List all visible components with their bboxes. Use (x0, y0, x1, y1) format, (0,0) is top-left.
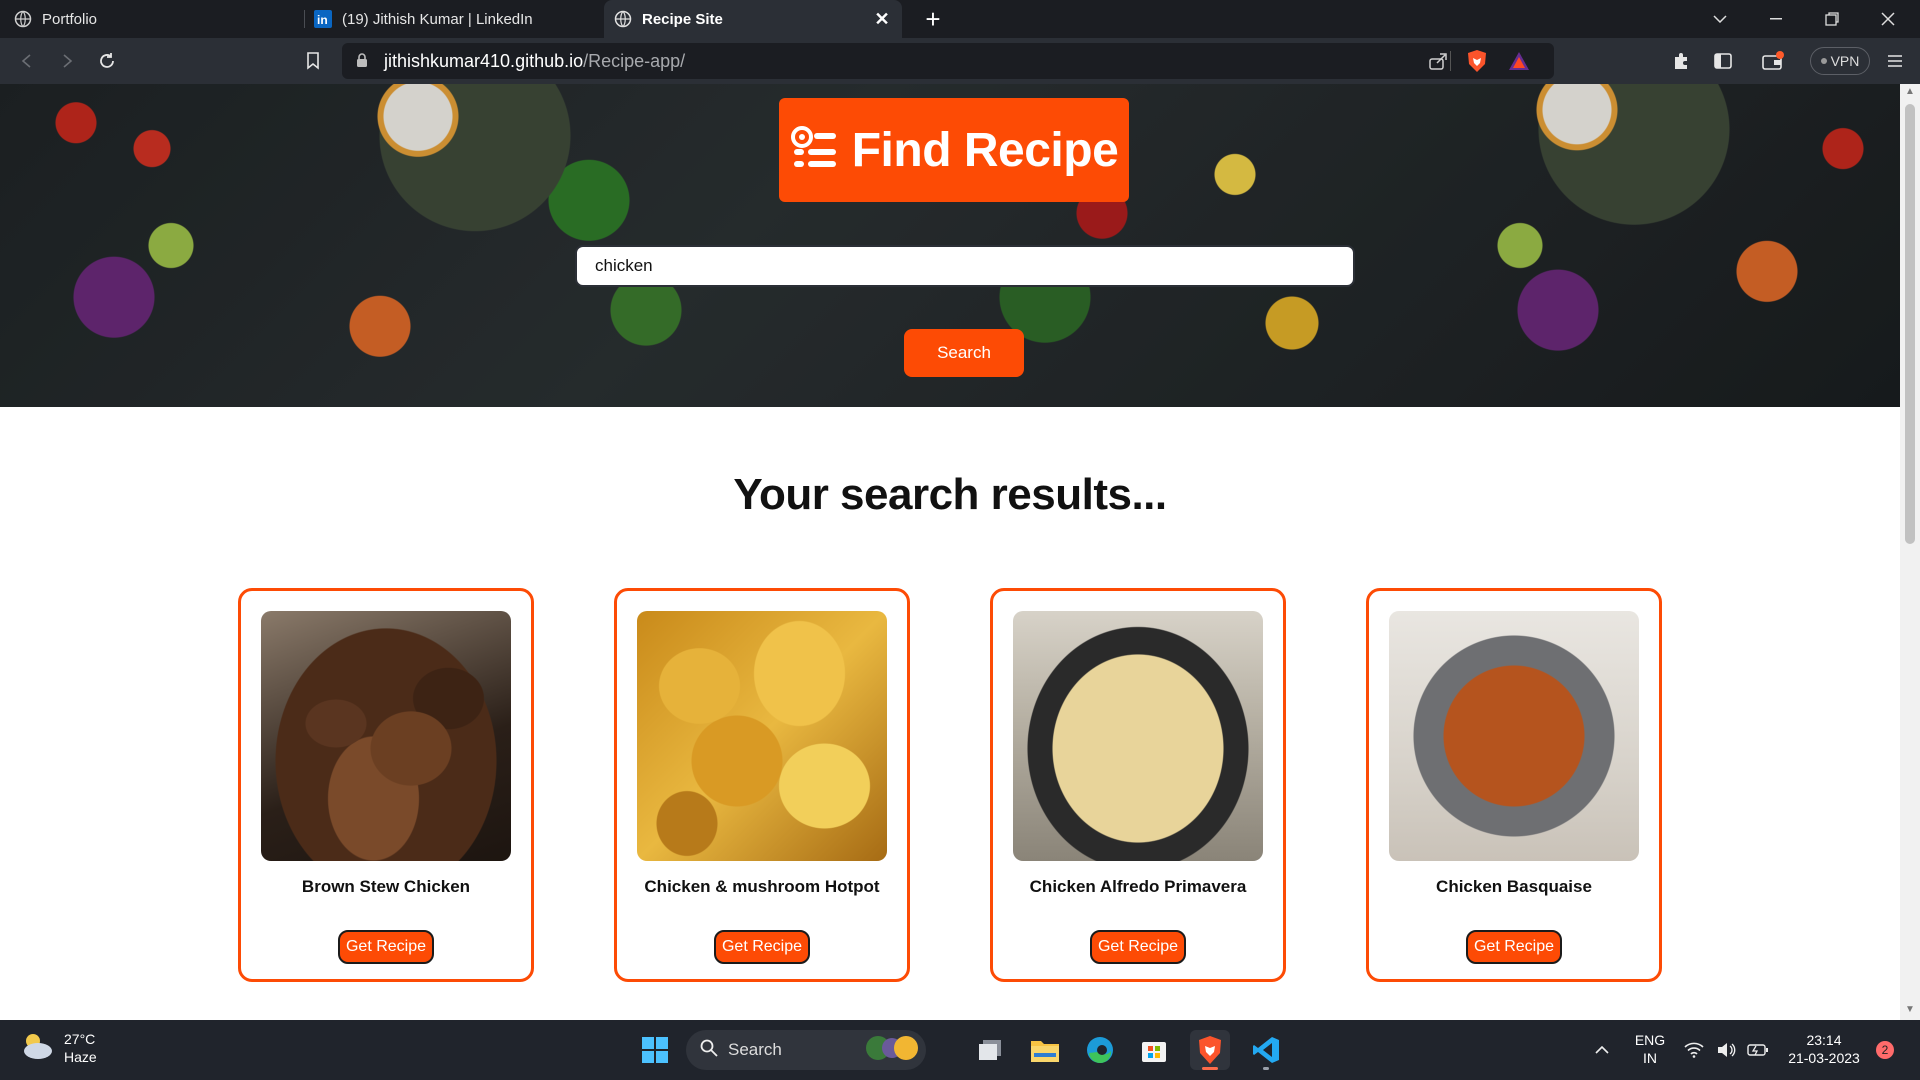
recipe-image (261, 611, 511, 861)
task-view-icon[interactable] (971, 1030, 1011, 1070)
divider (1450, 51, 1451, 71)
clock[interactable]: 23:14 21-03-2023 (1776, 1031, 1872, 1067)
weather-widget[interactable]: 27°C Haze (20, 1030, 97, 1066)
logo-text: Find Recipe (851, 123, 1119, 177)
active-app-indicator (1202, 1067, 1218, 1070)
linkedin-icon: in (314, 10, 332, 28)
recipe-image (1389, 611, 1639, 861)
lock-icon (356, 53, 368, 73)
forward-arrow-icon[interactable] (52, 46, 82, 76)
sidebar-toggle-icon[interactable] (1708, 46, 1738, 76)
search-input[interactable] (575, 245, 1355, 287)
windows-taskbar: 27°C Haze Search ENG IN 23:14 21-03-2023 (0, 1020, 1920, 1080)
recipe-image (1013, 611, 1263, 861)
scrollbar-thumb[interactable] (1905, 104, 1915, 544)
tab-linkedin[interactable]: in (19) Jithish Kumar | LinkedIn (314, 0, 604, 38)
recipe-logo-icon (790, 123, 840, 178)
hero-banner: Find Recipe Search (0, 84, 1900, 407)
wifi-icon[interactable] (1676, 1030, 1712, 1070)
browser-toolbar: jithishkumar410.github.io/Recipe-app/ VP… (0, 38, 1920, 84)
vscode-icon[interactable] (1246, 1030, 1286, 1070)
windows-start-icon[interactable] (635, 1030, 675, 1070)
get-recipe-button[interactable]: Get Recipe (714, 930, 810, 964)
brave-shield-icon[interactable] (1466, 49, 1488, 78)
get-recipe-button[interactable]: Get Recipe (338, 930, 434, 964)
recipe-card: Chicken Basquaise Get Recipe (1366, 588, 1662, 982)
file-explorer-icon[interactable] (1025, 1030, 1065, 1070)
vpn-status-dot (1820, 58, 1827, 64)
vpn-button[interactable]: VPN (1810, 47, 1870, 75)
new-tab-button[interactable]: + (918, 4, 948, 34)
restore-icon[interactable] (1804, 0, 1860, 38)
close-icon[interactable]: ✕ (872, 9, 892, 29)
browser-tab-strip: Portfolio in (19) Jithish Kumar | Linked… (0, 0, 1920, 38)
get-recipe-button[interactable]: Get Recipe (1090, 930, 1186, 964)
reload-icon[interactable] (92, 46, 122, 76)
page-viewport: Find Recipe Search Your search results..… (0, 84, 1900, 1020)
tab-label: Recipe Site (642, 10, 723, 28)
recipe-title: Chicken Alfredo Primavera (1029, 877, 1247, 896)
search-button[interactable]: Search (904, 329, 1024, 377)
recipe-card: Chicken & mushroom Hotpot Get Recipe (614, 588, 910, 982)
tab-list-chevron-icon[interactable] (1692, 0, 1748, 38)
scroll-up-icon[interactable]: ▲ (1904, 86, 1916, 98)
globe-icon (614, 10, 632, 28)
tab-portfolio[interactable]: Portfolio (14, 0, 304, 38)
site-logo: Find Recipe (779, 98, 1129, 202)
battery-icon[interactable] (1740, 1030, 1776, 1070)
menu-hamburger-icon[interactable] (1880, 46, 1910, 76)
extensions-puzzle-icon[interactable] (1666, 46, 1696, 76)
minimize-icon[interactable] (1748, 0, 1804, 38)
globe-icon (14, 10, 32, 28)
recipe-title: Chicken & mushroom Hotpot (644, 877, 880, 896)
get-recipe-button[interactable]: Get Recipe (1466, 930, 1562, 964)
back-arrow-icon[interactable] (12, 46, 42, 76)
language-indicator[interactable]: ENG IN (1630, 1031, 1670, 1067)
url-text: jithishkumar410.github.io/Recipe-app/ (384, 51, 686, 71)
address-bar[interactable]: jithishkumar410.github.io/Recipe-app/ (342, 43, 1554, 79)
volume-icon[interactable] (1708, 1030, 1744, 1070)
recipe-image (637, 611, 887, 861)
recipe-card: Brown Stew Chicken Get Recipe (238, 588, 534, 982)
taskbar-search[interactable]: Search (686, 1030, 926, 1070)
tab-label: Portfolio (42, 10, 98, 28)
weather-desc: Haze (64, 1049, 97, 1065)
microsoft-store-icon[interactable] (1134, 1030, 1174, 1070)
share-icon[interactable] (1428, 51, 1448, 76)
search-highlight-icon (862, 1033, 922, 1068)
tab-separator (304, 10, 305, 28)
brave-browser-icon[interactable] (1190, 1030, 1230, 1070)
brave-rewards-icon[interactable] (1508, 51, 1530, 76)
weather-temp: 27°C (64, 1031, 96, 1047)
recipe-title: Chicken Basquaise (1436, 877, 1592, 896)
search-label: Search (728, 1040, 782, 1059)
open-app-indicator (1263, 1067, 1269, 1070)
recipe-card: Chicken Alfredo Primavera Get Recipe (990, 588, 1286, 982)
tab-label: (19) Jithish Kumar | LinkedIn (342, 10, 533, 28)
tab-recipe-site[interactable]: Recipe Site ✕ (604, 0, 902, 38)
search-icon (700, 1039, 718, 1062)
results-heading: Your search results... (733, 470, 1167, 519)
recipe-title: Brown Stew Chicken (301, 877, 471, 896)
edge-browser-icon[interactable] (1080, 1030, 1120, 1070)
wallet-icon[interactable] (1758, 46, 1788, 76)
cloud-moon-icon (20, 1031, 54, 1066)
chevron-up-icon[interactable] (1582, 1030, 1622, 1070)
page-scrollbar[interactable]: ▲ ▼ (1900, 84, 1920, 1020)
notification-badge[interactable]: 2 (1876, 1041, 1894, 1059)
bookmark-icon[interactable] (298, 46, 328, 76)
close-window-icon[interactable] (1860, 0, 1916, 38)
scroll-down-icon[interactable]: ▼ (1904, 1004, 1916, 1016)
svg-text:in: in (317, 13, 328, 27)
vpn-label: VPN (1830, 53, 1860, 69)
